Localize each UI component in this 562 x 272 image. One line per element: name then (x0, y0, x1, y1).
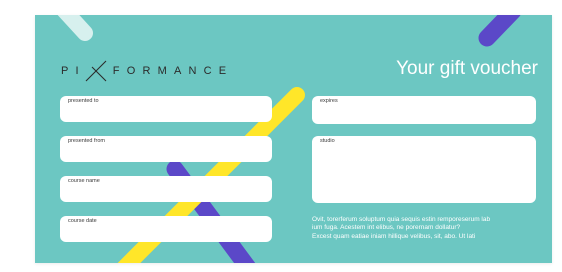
fine-print-line-3: Excest quam eatiae iniam hillique velibu… (312, 232, 476, 240)
studio-label: studio (320, 138, 335, 144)
course-date-label: course date (68, 218, 97, 224)
logo-text-start: PI (61, 65, 86, 77)
presented-to-field[interactable]: presented to (60, 96, 272, 122)
fine-print: Ovit, torerferum soluptum quia sequis es… (312, 216, 544, 241)
presented-from-label: presented from (68, 138, 105, 144)
expires-label: expires (320, 98, 338, 104)
course-name-label: course name (68, 178, 100, 184)
presented-to-label: presented to (68, 98, 99, 104)
presented-from-field[interactable]: presented from (60, 136, 272, 162)
stripe-purple-top-right (478, 15, 521, 47)
gift-voucher: PI FORMANCE Your gift voucher presented … (35, 15, 552, 263)
fine-print-line-1: Ovit, torerferum soluptum quia sequis es… (312, 216, 491, 223)
studio-field[interactable]: studio (312, 136, 536, 203)
brand-logo: PI FORMANCE (61, 60, 233, 82)
fine-print-line-2: ium fuga. Acestem int elibus, ne porerna… (312, 224, 461, 232)
x-cross-icon (85, 60, 107, 82)
stripe-light-top-left (57, 15, 93, 41)
voucher-title: Your gift voucher (396, 58, 538, 79)
course-name-field[interactable]: course name (60, 176, 272, 202)
course-date-field[interactable]: course date (60, 216, 272, 242)
expires-field[interactable]: expires (312, 96, 536, 124)
logo-text-end: FORMANCE (112, 65, 234, 77)
